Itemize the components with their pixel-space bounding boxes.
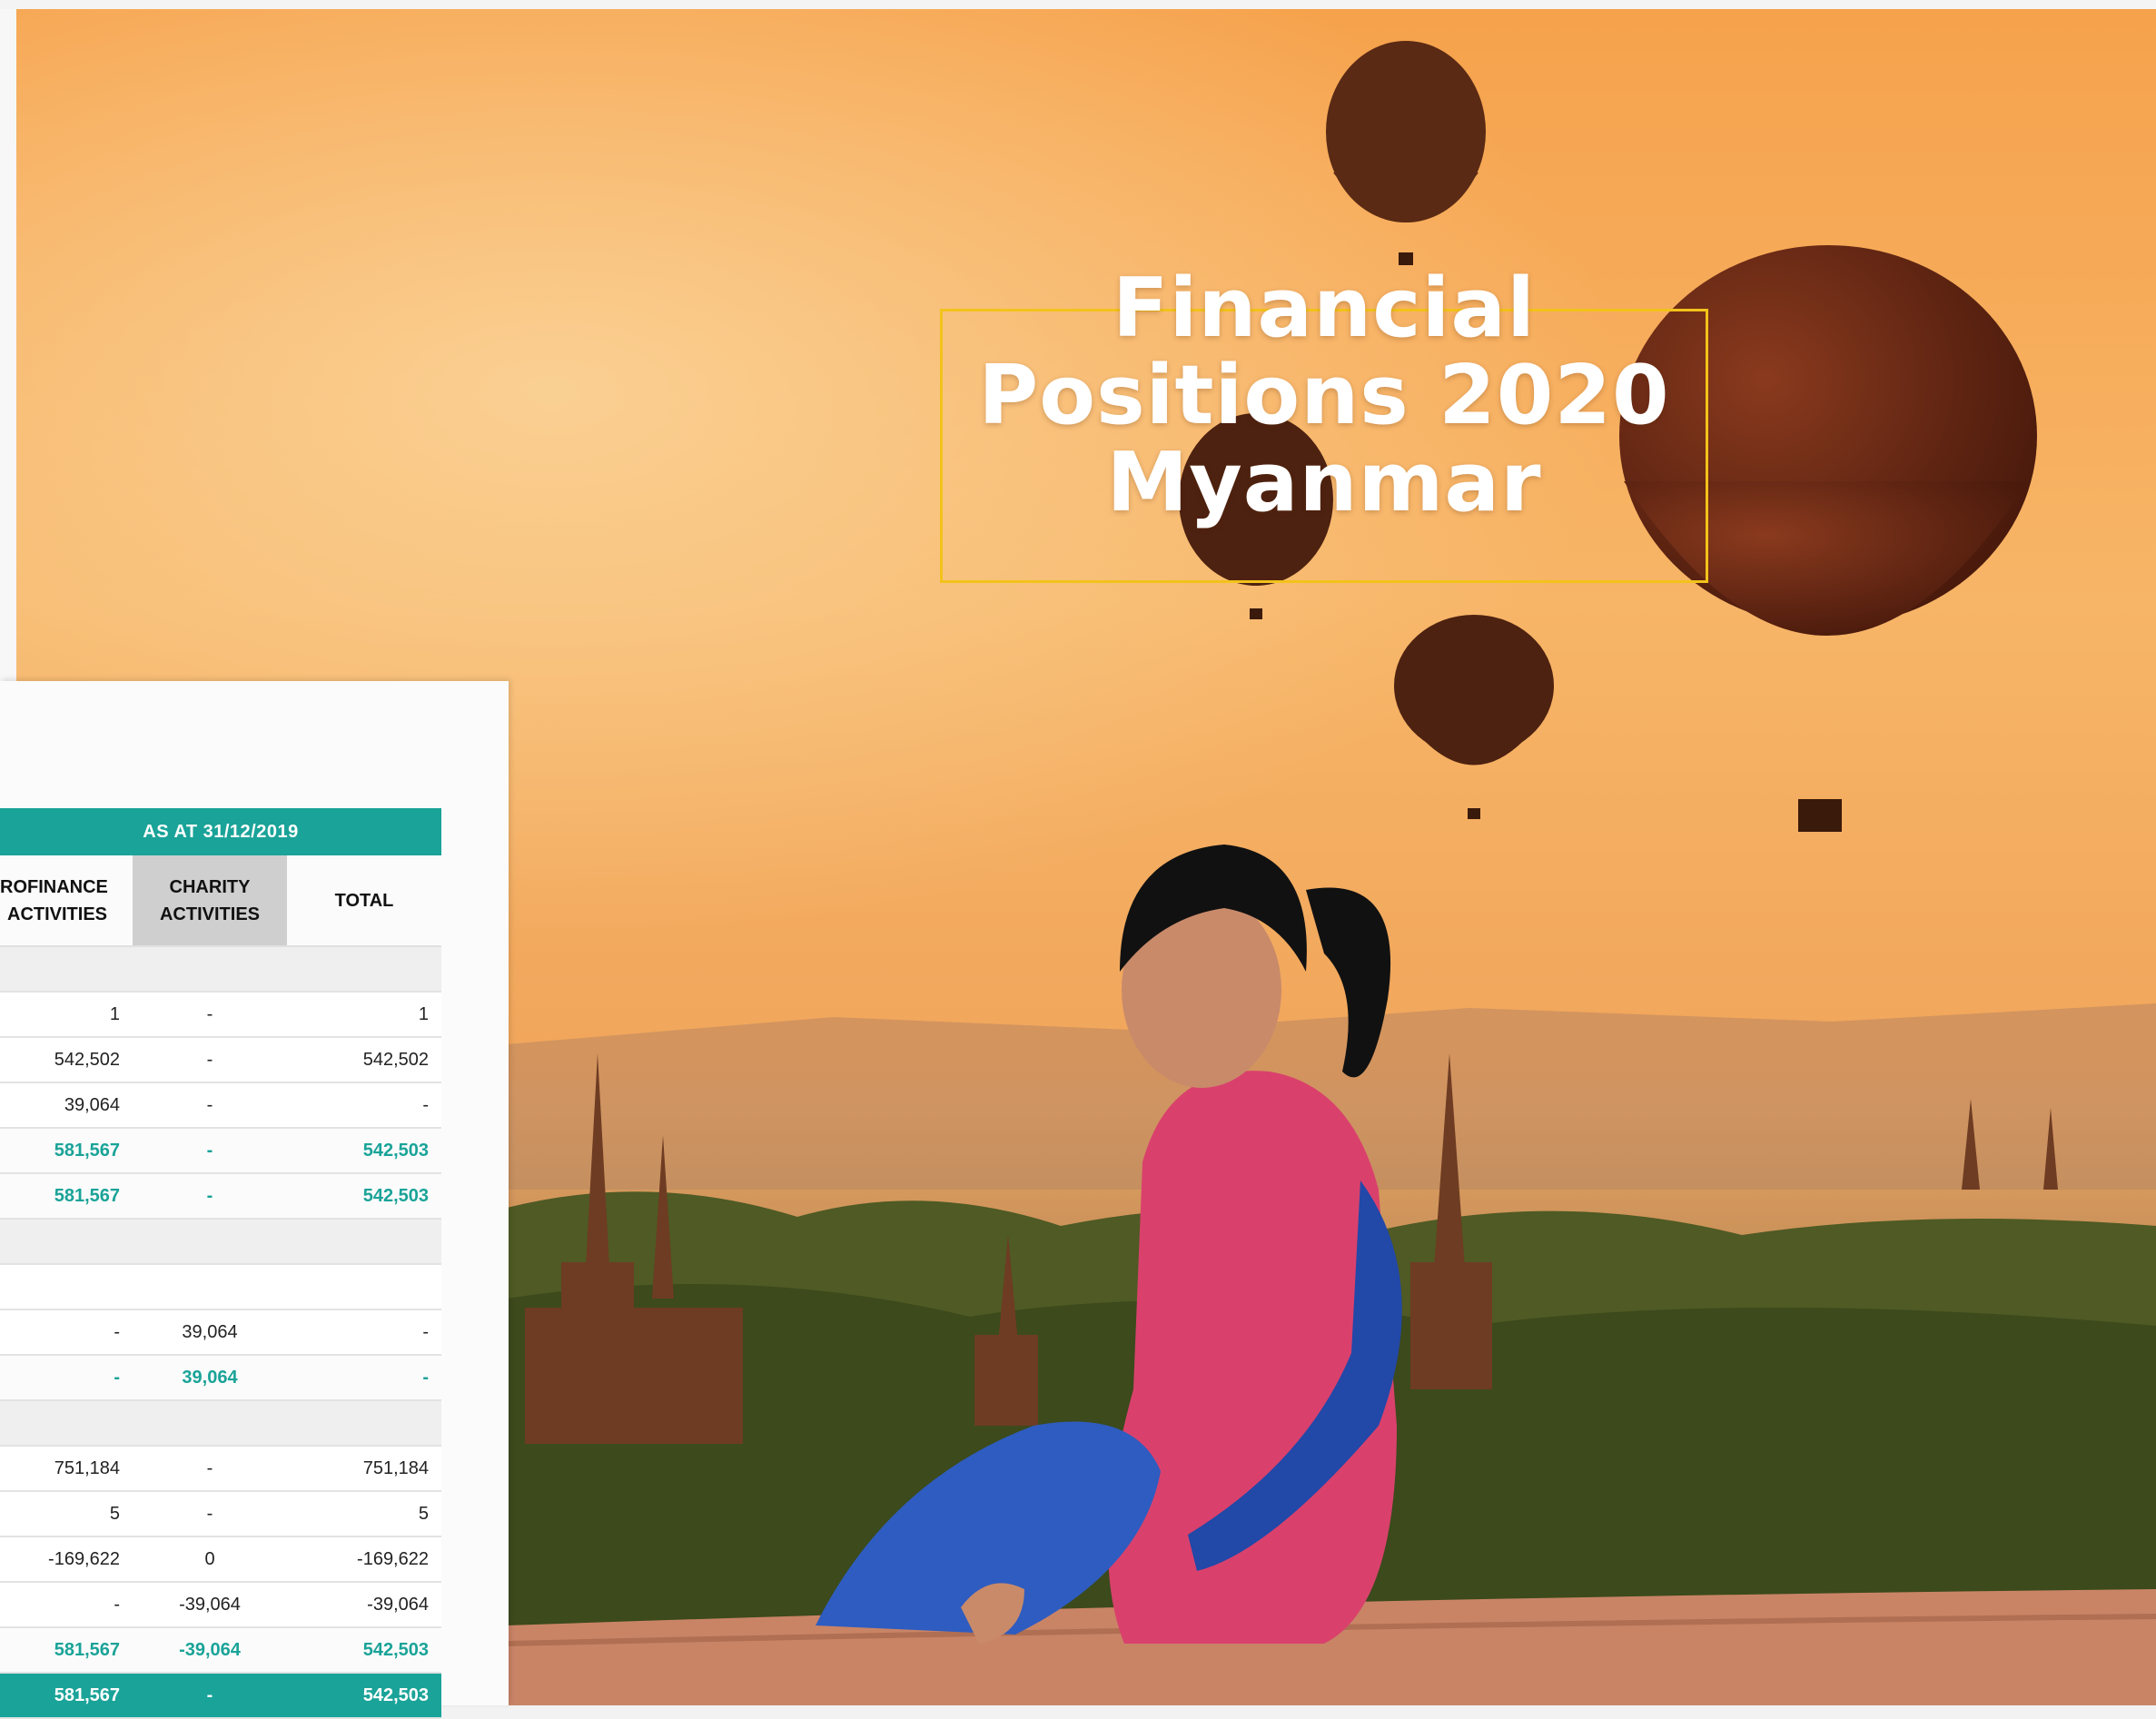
column-header-microfinance-line2: ACTIVITIES	[7, 904, 108, 924]
column-header-total: TOTAL	[287, 855, 441, 947]
table-row: -169,622 0 -169,622	[0, 1536, 441, 1583]
table-cell: -	[133, 1037, 287, 1083]
table-row	[0, 1219, 441, 1265]
table-cell: -	[133, 1082, 287, 1129]
table-cell: 1	[287, 992, 441, 1038]
table-row: 5-5	[0, 1491, 441, 1537]
table-cell: 542,503	[287, 1673, 441, 1719]
table-cell: -	[133, 1128, 287, 1174]
table-cell: -	[133, 1446, 287, 1492]
table-cell: -	[133, 1173, 287, 1220]
table-cell	[287, 1264, 441, 1310]
title-line-1: Financial	[1113, 261, 1536, 356]
table-row: 1-1	[0, 992, 441, 1038]
table-cell	[133, 1264, 287, 1310]
table-cell	[133, 1400, 287, 1447]
table-cell: -	[133, 1491, 287, 1537]
column-header-microfinance-line1: ROFINANCE	[0, 876, 108, 897]
table-cell	[0, 946, 133, 993]
table-cell	[133, 946, 287, 993]
table-row: 581,567-542,503	[0, 1673, 441, 1719]
table-cell: 542,502	[0, 1037, 133, 1083]
table-cell: -	[133, 1673, 287, 1719]
table-cell: 581,567	[0, 1627, 133, 1674]
table-cell: 39,064	[133, 1309, 287, 1356]
column-header-row: ROFINANCE ACTIVITIES CHARITY ACTIVITIES …	[0, 855, 441, 947]
table-row	[0, 1264, 441, 1310]
table-cell: -169,622	[0, 1536, 133, 1583]
table-cell: 542,503	[287, 1627, 441, 1674]
page-title: Financial Positions 2020 Myanmar	[940, 265, 1708, 527]
table-cell: -	[287, 1355, 441, 1401]
table-cell: 751,184	[0, 1446, 133, 1492]
table-cell: -	[0, 1355, 133, 1401]
table-cell: -39,064	[287, 1582, 441, 1628]
table-cell	[287, 1400, 441, 1447]
table-cell: -	[287, 1309, 441, 1356]
column-header-charity-line2: ACTIVITIES	[159, 904, 260, 924]
table-cell: 39,064	[0, 1082, 133, 1129]
table-cell	[287, 946, 441, 993]
table-row: -39,064-	[0, 1355, 441, 1401]
table-cell	[0, 1219, 133, 1265]
table-row	[0, 1400, 441, 1447]
table-cell: 581,567	[0, 1173, 133, 1220]
financial-table-panel: AS AT 31/12/2019 ROFINANCE ACTIVITIES CH…	[0, 681, 509, 1719]
table-cell: -39,064	[133, 1582, 287, 1628]
table-row: 542,502-542,502	[0, 1037, 441, 1083]
table-cell: 751,184	[287, 1446, 441, 1492]
table-cell	[0, 1400, 133, 1447]
table-row: 581,567-542,503	[0, 1128, 441, 1174]
table-cell: 581,567	[0, 1673, 133, 1719]
table-cell	[287, 1219, 441, 1265]
column-header-charity: CHARITY ACTIVITIES	[133, 855, 287, 947]
table-row: 39,064- -	[0, 1082, 441, 1129]
table-cell: -169,622	[287, 1536, 441, 1583]
table-cell: 1	[0, 992, 133, 1038]
table-cell: -	[133, 992, 287, 1038]
column-header-charity-line1: CHARITY	[169, 876, 251, 897]
table-cell: 0	[133, 1536, 287, 1583]
table-cell: 542,503	[287, 1173, 441, 1220]
table-row: -39,064-	[0, 1309, 441, 1356]
table-cell: -	[0, 1582, 133, 1628]
table-cell: 5	[0, 1491, 133, 1537]
table-cell: 581,567	[0, 1128, 133, 1174]
table-row: 581,567-542,503	[0, 1173, 441, 1220]
title-line-2: Positions 2020	[978, 348, 1670, 443]
title-line-3: Myanmar	[1106, 435, 1542, 530]
table-cell: 5	[287, 1491, 441, 1537]
table-cell: 39,064	[133, 1355, 287, 1401]
column-header-microfinance: ROFINANCE ACTIVITIES	[0, 855, 133, 947]
table-cell: 542,502	[287, 1037, 441, 1083]
table-cell: -	[287, 1082, 441, 1129]
period-header: AS AT 31/12/2019	[0, 808, 441, 855]
financial-table-body: 1-1 542,502-542,502 39,064- -581,567-542,50…	[0, 946, 441, 1719]
table-row: 581,567 -39,064 542,503	[0, 1627, 441, 1674]
table-cell: 542,503	[287, 1128, 441, 1174]
table-cell: -	[0, 1309, 133, 1356]
table-row: - -39,064 -39,064	[0, 1582, 441, 1628]
table-cell	[0, 1264, 133, 1310]
financial-table: AS AT 31/12/2019 ROFINANCE ACTIVITIES CH…	[0, 808, 441, 1719]
table-row: 751,184-751,184	[0, 1446, 441, 1492]
table-cell: -39,064	[133, 1627, 287, 1674]
page-left-margin	[0, 9, 16, 681]
table-row	[0, 946, 441, 993]
table-cell	[133, 1219, 287, 1265]
